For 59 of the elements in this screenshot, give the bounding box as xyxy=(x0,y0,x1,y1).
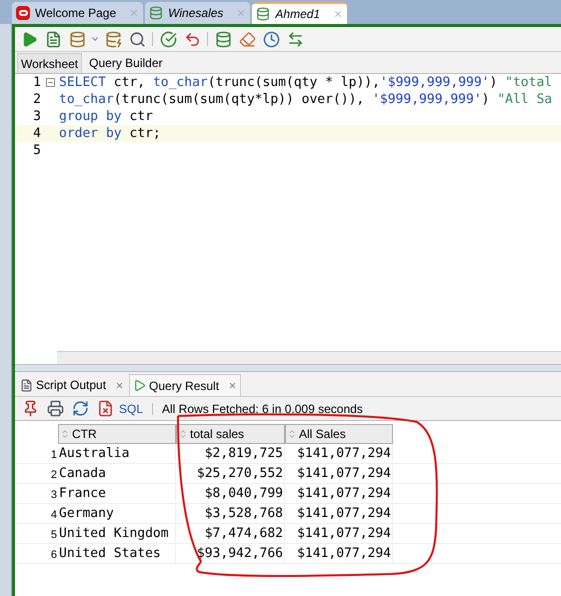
play-icon xyxy=(133,379,146,392)
editor-tab[interactable]: Query Builder xyxy=(86,53,166,73)
line-number: 2 xyxy=(32,90,42,109)
close-icon[interactable] xyxy=(333,9,344,19)
document-tab[interactable]: Welcome Page xyxy=(12,2,144,24)
close-icon[interactable] xyxy=(228,381,238,390)
line-number: 3 xyxy=(32,108,42,126)
table-cell: $141,077,294 xyxy=(285,464,393,483)
result-tab[interactable]: Script Output xyxy=(17,374,128,396)
database-icon xyxy=(256,7,270,21)
table-cell: $25,270,552 xyxy=(176,464,285,483)
result-tab[interactable]: Query Result xyxy=(129,374,242,396)
column-header[interactable]: All Sales xyxy=(285,424,393,444)
row-number: 3 xyxy=(50,488,58,502)
code-editor[interactable]: 1 SELECT ctr, to_char(trunc(sum(qty * lp)),'$999,999,999') "total 2 to_char(trunc(sum(sum(qty*lp)) over()), '$999,999,999') "All Sa 3 group by ctr 4 order by ctr; 5 xyxy=(15,73,561,364)
sort-icon xyxy=(287,429,297,439)
oracle-logo-icon xyxy=(16,6,30,20)
table-cell: Germany xyxy=(58,504,176,523)
table-cell: Australia xyxy=(58,444,176,463)
row-number: 6 xyxy=(50,548,58,562)
code-line: to_char(trunc(sum(sum(qty*lp)) over()), '$999,999,999') "All Sa xyxy=(58,90,552,109)
table-cell: $141,077,294 xyxy=(285,524,393,543)
table-cell: $7,474,682 xyxy=(176,524,285,543)
row-number: 4 xyxy=(50,508,58,522)
table-cell: $141,077,294 xyxy=(285,484,393,503)
status-text: All Rows Fetched: 6 in 0.009 seconds xyxy=(162,400,363,418)
table-cell: $141,077,294 xyxy=(285,544,393,563)
row-number: 5 xyxy=(50,528,58,542)
document-tab[interactable]: Winesales xyxy=(145,2,250,24)
sort-icon xyxy=(178,429,188,439)
table-cell: United States xyxy=(58,544,176,563)
table-cell: $93,942,766 xyxy=(176,544,285,563)
table-cell: $141,077,294 xyxy=(285,444,393,463)
code-line: order by ctr; xyxy=(58,124,161,143)
column-header[interactable]: CTR xyxy=(58,424,176,444)
database-icon xyxy=(149,6,164,20)
sql-link[interactable]: SQL xyxy=(119,400,144,418)
column-header[interactable]: total sales xyxy=(176,424,285,444)
line-number: 5 xyxy=(32,142,42,160)
code-line: group by ctr xyxy=(58,108,153,126)
document-icon xyxy=(20,378,33,392)
close-icon[interactable] xyxy=(115,380,124,390)
collapse-icon[interactable] xyxy=(46,78,54,87)
editor-tab[interactable]: Worksheet xyxy=(17,53,82,73)
line-number: 1 xyxy=(32,74,42,92)
table-cell: United Kingdom xyxy=(58,524,176,543)
row-number: 1 xyxy=(50,448,58,462)
table-cell: $141,077,294 xyxy=(285,504,393,523)
table-cell: France xyxy=(58,484,176,503)
table-cell: $8,040,799 xyxy=(176,484,285,503)
table-cell: $2,819,725 xyxy=(176,444,285,463)
document-tab[interactable]: Ahmed1 xyxy=(252,2,348,24)
line-number: 4 xyxy=(32,124,42,143)
code-line: SELECT ctr, to_char(trunc(sum(qty * lp)),'$999,999,999') "total xyxy=(58,74,552,92)
horizontal-scrollbar[interactable] xyxy=(57,351,561,364)
row-number: 2 xyxy=(50,468,58,482)
table-cell: Canada xyxy=(58,464,176,483)
sort-icon xyxy=(60,429,70,439)
table-cell: $3,528,768 xyxy=(176,504,285,523)
